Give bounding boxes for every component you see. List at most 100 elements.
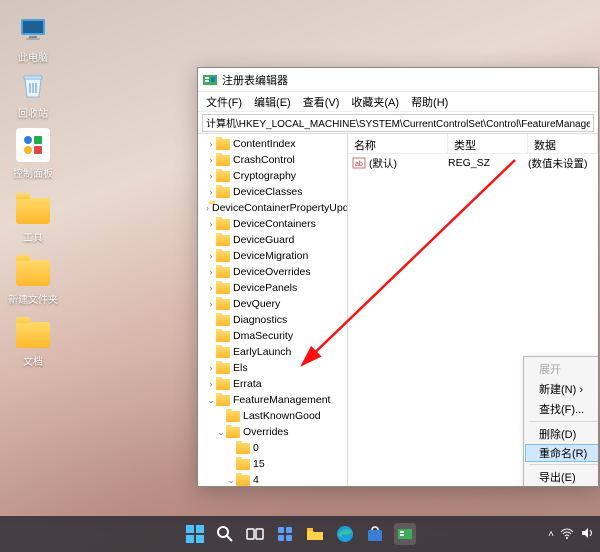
tree-item[interactable]: › Els (198, 360, 347, 376)
tree-label: DeviceContainerPropertyUpda (212, 202, 348, 214)
context-menu-item[interactable]: 新建(N) › (525, 379, 598, 399)
expand-icon[interactable]: ⌄ (206, 395, 216, 406)
expand-icon[interactable]: › (206, 379, 216, 389)
folder-icon (216, 251, 230, 262)
context-menu-item[interactable]: 导出(E) (525, 467, 598, 486)
expand-icon[interactable]: › (206, 251, 216, 261)
tree-label: Els (233, 362, 248, 374)
value-row[interactable]: ab(默认) REG_SZ (数值未设置) (348, 154, 598, 172)
wifi-icon[interactable] (560, 526, 574, 543)
folder-icon (236, 443, 250, 454)
tree-item[interactable]: › Errata (198, 376, 347, 392)
menu-view[interactable]: 查看(V) (297, 92, 346, 112)
desktop-icon-folder-1[interactable]: 工具 (8, 192, 58, 244)
folder-icon (216, 235, 230, 246)
separator (529, 464, 598, 465)
tree-item[interactable]: LastKnownGood (198, 408, 347, 424)
tree-label: 0 (253, 442, 259, 454)
volume-icon[interactable] (580, 526, 594, 543)
tree-item[interactable]: EarlyLaunch (198, 344, 347, 360)
expand-icon[interactable]: ⌄ (226, 475, 236, 486)
expand-icon[interactable]: › (206, 219, 216, 229)
expand-icon[interactable]: › (206, 171, 216, 181)
search-icon[interactable] (214, 523, 236, 545)
desktop-icon-label: 新建文件夹 (8, 291, 58, 306)
context-menu-item[interactable]: 查找(F)... (525, 399, 598, 419)
folder-icon (226, 427, 240, 438)
folder-icon (216, 171, 230, 182)
tree-item[interactable]: ›DeviceContainers (198, 216, 347, 232)
tree-item[interactable]: ›DeviceContainerPropertyUpda (198, 200, 347, 216)
menu-favorites[interactable]: 收藏夹(A) (345, 92, 405, 112)
desktop-icon-label: 控制面板 (8, 165, 58, 180)
tree-item[interactable]: ›CrashControl (198, 152, 347, 168)
menu-file[interactable]: 文件(F) (200, 92, 248, 112)
registry-tree[interactable]: ›ContentIndex›CrashControl›Cryptography›… (198, 134, 348, 486)
expand-icon[interactable]: › (206, 363, 216, 373)
context-menu-item[interactable]: 重命名(R) (525, 444, 598, 462)
tree-label: Cryptography (233, 170, 296, 182)
desktop-icon-folder-2[interactable]: 新建文件夹 (8, 254, 58, 306)
context-menu-item[interactable]: 删除(D) (525, 424, 598, 444)
desktop-icon-control-panel[interactable]: 控制面板 (8, 128, 58, 180)
tree-item[interactable]: ›ContentIndex (198, 136, 347, 152)
tree-item[interactable]: ⌄Overrides (198, 424, 347, 440)
folder-icon (216, 347, 230, 358)
tree-label: Diagnostics (233, 314, 287, 326)
expand-icon[interactable]: › (206, 155, 216, 165)
store-icon[interactable] (364, 523, 386, 545)
folder-icon (216, 283, 230, 294)
col-name[interactable]: 名称 (348, 134, 448, 153)
tree-item[interactable]: ›DeviceOverrides (198, 264, 347, 280)
menubar: 文件(F) 编辑(E) 查看(V) 收藏夹(A) 帮助(H) (198, 92, 598, 112)
menu-edit[interactable]: 编辑(E) (248, 92, 297, 112)
system-tray[interactable]: ˄ (548, 526, 594, 543)
tree-item[interactable]: Diagnostics (198, 312, 347, 328)
chevron-up-icon[interactable]: ˄ (548, 529, 554, 540)
taskbar: ˄ (0, 516, 600, 552)
tree-item[interactable]: ›DeviceMigration (198, 248, 347, 264)
tree-item[interactable]: DmaSecurity (198, 328, 347, 344)
tree-item[interactable]: ›DevQuery (198, 296, 347, 312)
widgets-icon[interactable] (274, 523, 296, 545)
expand-icon[interactable]: › (206, 299, 216, 309)
start-button[interactable] (184, 523, 206, 545)
task-view-icon[interactable] (244, 523, 266, 545)
tree-item[interactable]: DeviceGuard (198, 232, 347, 248)
expand-icon[interactable]: › (206, 187, 216, 197)
expand-icon[interactable]: › (206, 283, 216, 293)
desktop-icon-recycle-bin[interactable]: 回收站 (8, 68, 58, 120)
desktop-icon-folder-3[interactable]: 文档 (8, 316, 58, 368)
string-value-icon: ab (352, 156, 366, 170)
tree-label: DmaSecurity (233, 330, 293, 342)
svg-text:ab: ab (355, 161, 363, 168)
col-type[interactable]: 类型 (448, 134, 528, 153)
tree-label: DeviceGuard (233, 234, 294, 246)
tree-item[interactable]: ›DevicePanels (198, 280, 347, 296)
desktop-icon-label: 文档 (8, 353, 58, 368)
folder-icon (216, 363, 230, 374)
menu-help[interactable]: 帮助(H) (405, 92, 454, 112)
desktop: 此电脑 回收站 控制面板 工具 新建文件夹 文档 注册表编辑器 文件(F) 编辑… (0, 0, 600, 552)
tree-label: DeviceClasses (233, 186, 302, 198)
tree-item[interactable]: 15 (198, 456, 347, 472)
tree-item[interactable]: › DeviceClasses (198, 184, 347, 200)
expand-icon[interactable]: › (206, 139, 216, 149)
address-input[interactable] (202, 114, 594, 132)
tree-item[interactable]: ⌄4 (198, 472, 347, 486)
expand-icon[interactable]: ⌄ (216, 427, 226, 438)
edge-icon[interactable] (334, 523, 356, 545)
explorer-icon[interactable] (304, 523, 326, 545)
tree-item[interactable]: ⌄FeatureManagement (198, 392, 347, 408)
expand-icon[interactable]: › (206, 267, 216, 277)
titlebar[interactable]: 注册表编辑器 (198, 68, 598, 92)
tree-item[interactable]: 0 (198, 440, 347, 456)
window-title: 注册表编辑器 (222, 72, 594, 88)
desktop-icon-computer[interactable]: 此电脑 (8, 12, 58, 64)
regedit-taskbar-icon[interactable] (394, 523, 416, 545)
expand-icon[interactable]: › (206, 203, 209, 213)
tree-label: Errata (233, 378, 262, 390)
col-data[interactable]: 数据 (528, 134, 598, 153)
tree-item[interactable]: › Cryptography (198, 168, 347, 184)
tree-label: EarlyLaunch (233, 346, 291, 358)
